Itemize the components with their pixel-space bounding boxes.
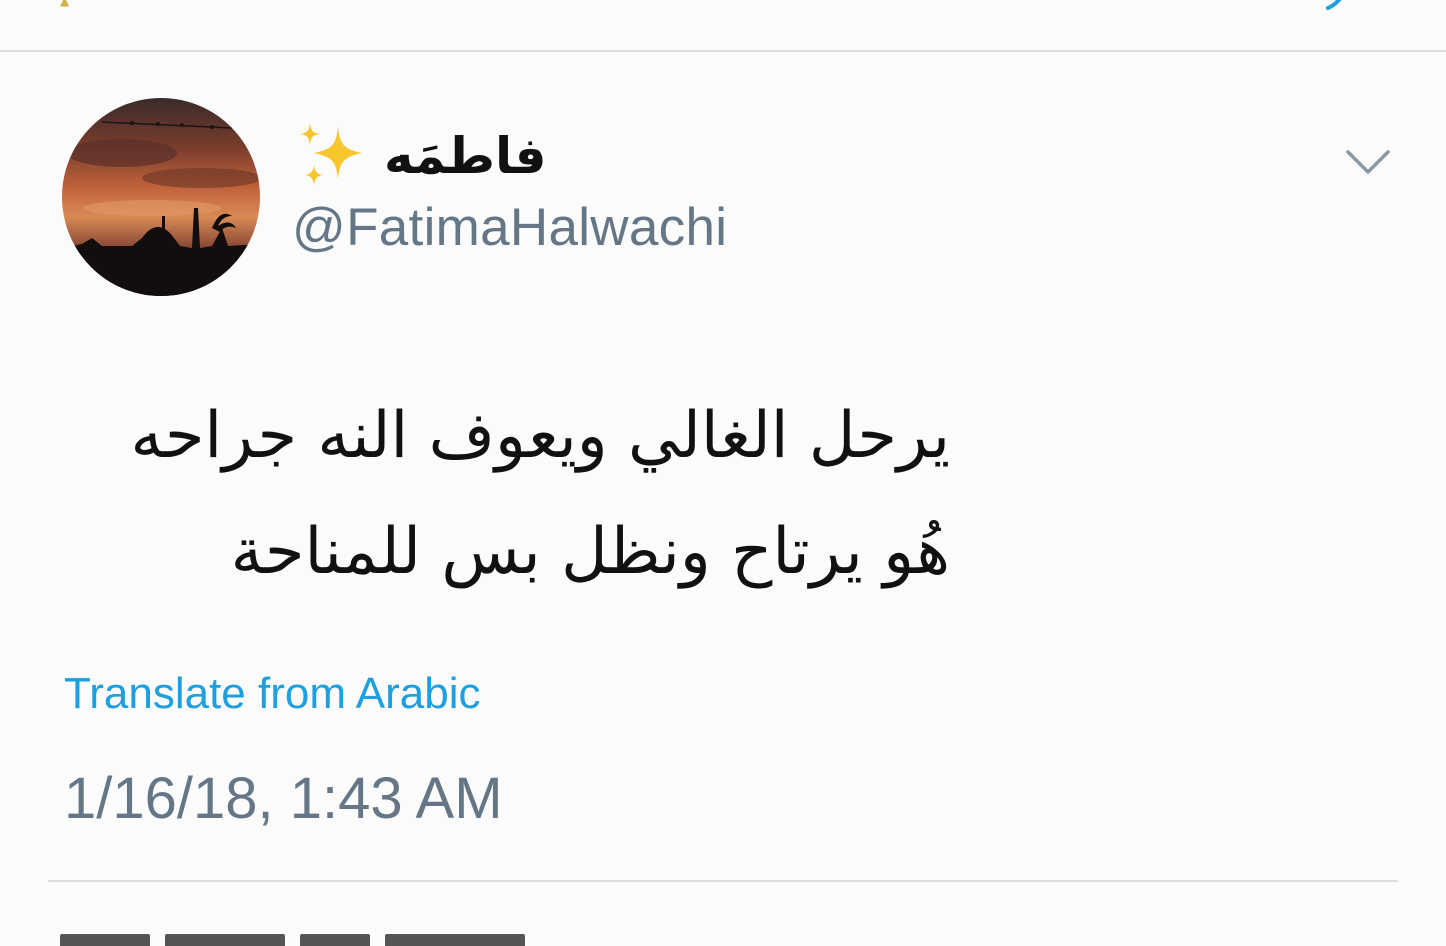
tweet-text-line: هُو يرتاح ونظل بس للمناحة xyxy=(230,515,950,589)
chevron-down-icon[interactable] xyxy=(1340,140,1396,184)
tweet-detail-screen: ▲ فاطمَه @FatimaHalwachi يرحل الغالي ويع… xyxy=(0,0,1446,946)
author-handle[interactable]: @FatimaHalwachi xyxy=(292,196,727,260)
partial-share-icon xyxy=(1326,0,1342,10)
sparkles-icon xyxy=(300,123,362,185)
avatar[interactable] xyxy=(62,98,260,296)
previous-section: ▲ xyxy=(0,0,1446,50)
tweet-timestamp: 1/16/18, 1:43 AM xyxy=(64,766,503,831)
translate-link[interactable]: Translate from Arabic xyxy=(64,668,481,721)
partial-icon: ▲ xyxy=(60,0,70,8)
tweet-text: يرحل الغالي ويعوف النه جراحه هُو يرتاح و… xyxy=(70,378,950,610)
partial-stats-row xyxy=(60,934,620,946)
tweet-text-line: يرحل الغالي ويعوف النه جراحه xyxy=(130,399,950,473)
bottom-divider xyxy=(48,880,1398,882)
author-display-name[interactable]: فاطمَه xyxy=(384,131,546,181)
sunset-avatar-image xyxy=(62,98,260,296)
top-divider xyxy=(0,50,1446,52)
author-name-row[interactable]: فاطمَه xyxy=(296,118,546,194)
